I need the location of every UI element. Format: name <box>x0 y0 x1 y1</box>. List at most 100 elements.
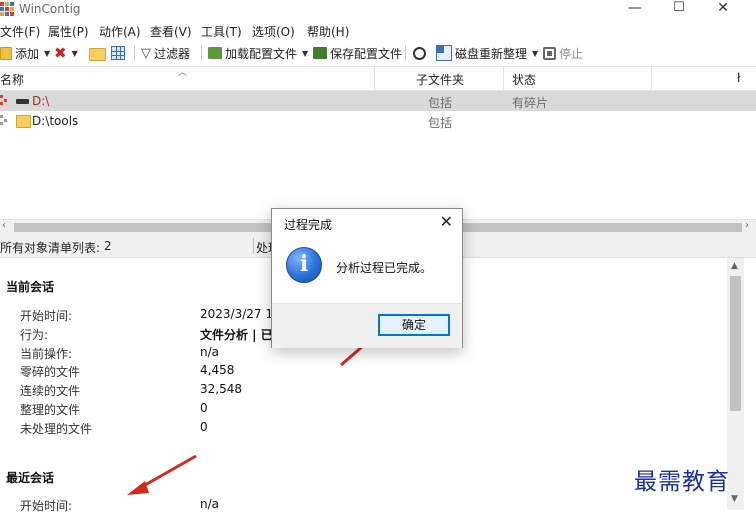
sort-ascending-icon: ︿ <box>178 68 188 78</box>
defragged-files-value: 0 <box>200 401 208 415</box>
current-operation-value: n/a <box>200 345 220 359</box>
watermark-text: 最需教育 <box>634 469 730 495</box>
menu-properties[interactable]: 属性(P) <box>48 23 89 40</box>
dialog-title: 过程完成 <box>284 218 333 232</box>
delete-x-icon: ✖ <box>54 44 67 62</box>
dialog-message: 分析过程已完成。 <box>336 261 433 275</box>
window-title: WinContig <box>19 2 81 16</box>
save-config-button[interactable]: 保存配置文件 <box>313 44 402 62</box>
item-name: D:\ <box>32 94 50 108</box>
defrag-icon <box>436 45 452 61</box>
filter-button[interactable]: ▽ 过滤器 <box>141 44 190 62</box>
add-button[interactable]: 添加 ▼ <box>0 44 50 62</box>
scrollbar-thumb[interactable] <box>730 276 741 411</box>
list-item-d-drive[interactable]: D:\ 包括 有碎片 <box>0 91 756 111</box>
field-label: 行为: <box>20 328 49 342</box>
contiguous-files-value: 32,548 <box>200 382 242 396</box>
dialog-close-icon[interactable]: ✕ <box>440 212 453 231</box>
folder-properties-icon <box>89 47 106 61</box>
toolbar-separator <box>201 46 202 61</box>
filter-label: 过滤器 <box>154 46 191 61</box>
stop-icon <box>543 46 556 60</box>
current-session-title: 当前会话 <box>6 280 55 294</box>
minimize-button[interactable]: — <box>612 0 658 20</box>
list-item-tools-folder[interactable]: D:\tools 包括 <box>0 111 756 131</box>
add-icon <box>0 46 12 60</box>
column-divider[interactable] <box>374 67 375 90</box>
filter-funnel-icon: ▽ <box>141 45 151 61</box>
last-session-title: 最近会话 <box>6 471 55 485</box>
menu-view[interactable]: 查看(V) <box>150 23 192 40</box>
close-window-button[interactable]: ✕ <box>700 0 746 20</box>
scroll-left-icon[interactable]: ‹ <box>2 220 6 231</box>
list-header: ︿ 名称 子文件夹 状态 ł <box>0 67 756 91</box>
remove-button[interactable]: ✖ ▼ <box>54 44 78 62</box>
ok-button[interactable]: 确定 <box>378 314 450 336</box>
folder-icon <box>16 115 31 128</box>
defrag-button[interactable]: 磁盘重新整理 ▼ <box>436 44 538 62</box>
load-config-label: 加载配置文件 <box>225 46 298 61</box>
chevron-down-icon[interactable]: ▼ <box>302 49 308 58</box>
column-subfolders[interactable]: 子文件夹 <box>416 71 464 88</box>
stop-button[interactable]: 停止 <box>543 44 583 62</box>
toolbar-separator <box>405 46 406 61</box>
column-overflow-mark: ł <box>737 71 741 85</box>
field-label: 未处理的文件 <box>20 422 93 436</box>
scroll-right-icon[interactable]: › <box>745 220 749 231</box>
dialog-body: i 分析过程已完成。 <box>272 241 462 303</box>
item-status: 有碎片 <box>512 96 549 110</box>
fragmented-files-value: 4,458 <box>200 363 235 377</box>
save-config-icon <box>313 47 327 59</box>
properties-button[interactable] <box>89 44 109 62</box>
chevron-down-icon[interactable]: ▼ <box>72 49 78 58</box>
dialog-footer: 确定 <box>272 303 462 348</box>
menu-tools[interactable]: 工具(T) <box>201 23 242 40</box>
field-label: 零碎的文件 <box>20 365 81 379</box>
field-label: 连续的文件 <box>20 384 81 398</box>
column-divider[interactable] <box>503 67 504 90</box>
annotation-arrow-to-start-time <box>127 454 197 495</box>
fragmented-marker-icon <box>0 95 8 105</box>
menu-action[interactable]: 动作(A) <box>99 23 141 40</box>
field-label: 开始时间: <box>20 499 73 513</box>
menu-options[interactable]: 选项(O) <box>252 23 295 40</box>
title-bar: WinContig — ☐ ✕ <box>0 0 756 20</box>
toolbar-separator <box>134 46 135 61</box>
field-label: 开始时间: <box>20 309 73 323</box>
info-icon: i <box>286 247 322 283</box>
menu-bar: 文件(F) 属性(P) 动作(A) 查看(V) 工具(T) 选项(O) 帮助(H… <box>0 20 756 40</box>
chevron-down-icon[interactable]: ▼ <box>532 49 538 58</box>
analyze-button[interactable] <box>413 44 429 62</box>
column-divider[interactable] <box>651 67 652 90</box>
item-subfolders: 包括 <box>428 96 453 110</box>
stop-label: 停止 <box>559 46 584 61</box>
app-logo-icon <box>0 2 14 16</box>
process-complete-dialog: 过程完成 ✕ i 分析过程已完成。 确定 <box>271 208 463 348</box>
search-icon <box>413 46 426 60</box>
scroll-down-icon[interactable]: ▼ <box>731 494 738 504</box>
columns-button[interactable] <box>111 44 128 62</box>
last-start-time-value: n/a <box>200 497 220 511</box>
chevron-down-icon[interactable]: ▼ <box>44 49 50 58</box>
drive-icon <box>16 99 29 104</box>
action-value: 文件分析 | 已 <box>200 328 273 342</box>
unprocessed-files-value: 0 <box>200 420 208 434</box>
grid-icon <box>111 46 125 60</box>
defrag-label: 磁盘重新整理 <box>455 46 528 61</box>
object-list-label: 所有对象清单列表: <box>0 241 101 255</box>
field-label: 整理的文件 <box>20 403 81 417</box>
item-marker-icon <box>0 115 8 125</box>
scroll-up-icon[interactable]: ▲ <box>731 261 738 271</box>
field-label: 当前操作: <box>20 347 73 361</box>
start-time-value: 2023/3/27 10 <box>200 307 281 321</box>
status-divider <box>253 238 254 254</box>
load-config-icon <box>208 47 222 59</box>
object-count: 2 <box>104 239 112 253</box>
load-config-button[interactable]: 加载配置文件 ▼ <box>208 44 308 62</box>
maximize-button[interactable]: ☐ <box>656 0 702 20</box>
column-status[interactable]: 状态 <box>512 71 536 88</box>
menu-file[interactable]: 文件(F) <box>0 23 40 40</box>
menu-help[interactable]: 帮助(H) <box>307 23 349 40</box>
column-name[interactable]: 名称 <box>0 71 24 88</box>
save-config-label: 保存配置文件 <box>330 46 403 61</box>
